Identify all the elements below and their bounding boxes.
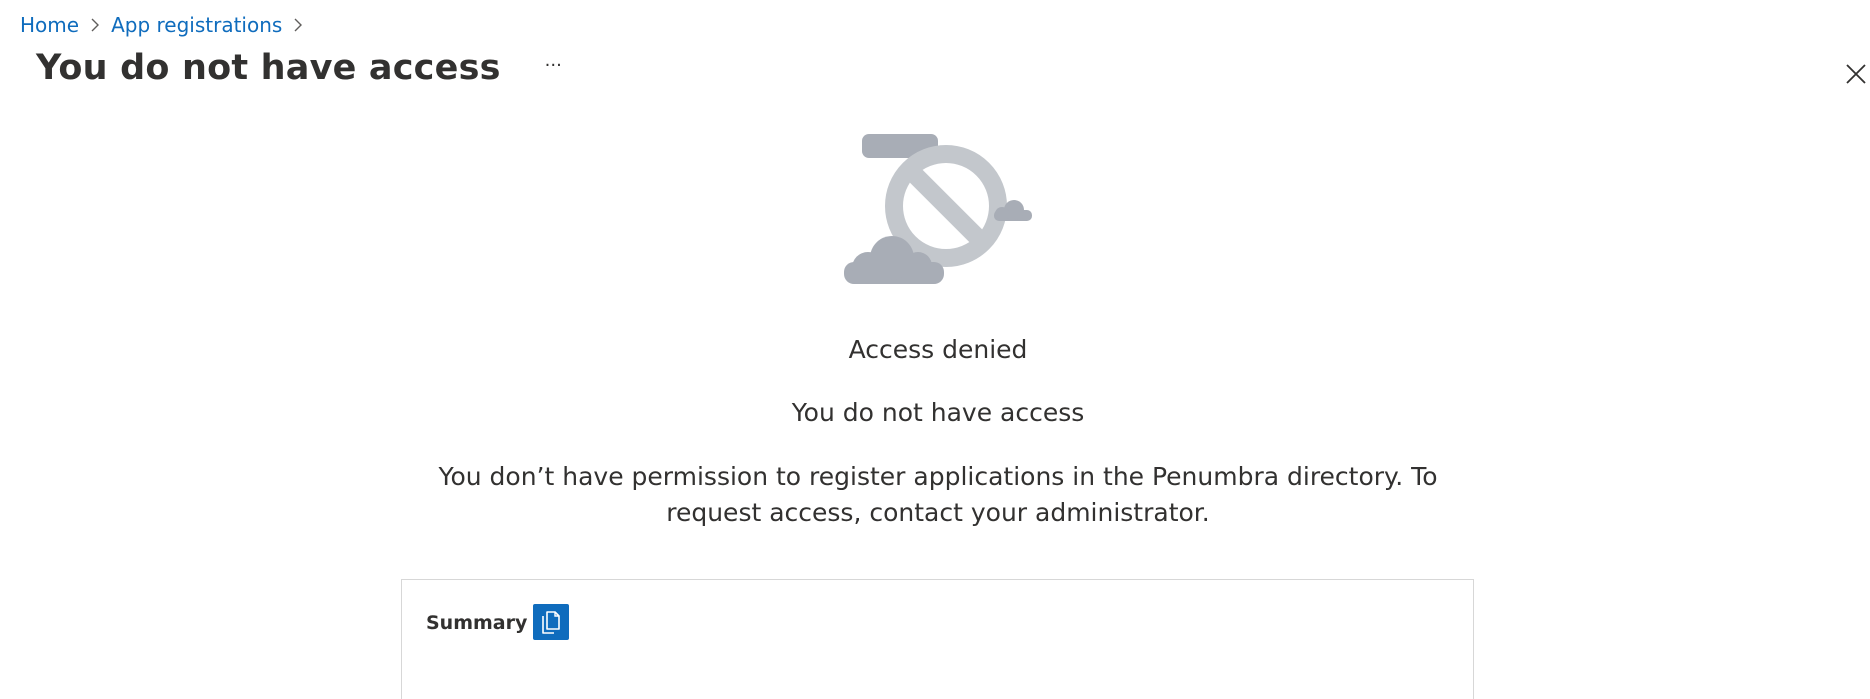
access-denied-cloud-icon [844,134,1032,284]
status-heading: Access denied [848,335,1028,364]
close-icon [1846,64,1866,84]
summary-panel: Summary [401,579,1474,699]
copy-icon [542,611,560,634]
breadcrumb-home-link[interactable]: Home [20,13,79,37]
close-button[interactable] [1843,61,1869,87]
copy-summary-button[interactable] [533,604,569,640]
more-options-button[interactable]: ··· [539,56,568,76]
chevron-right-icon [293,17,303,33]
breadcrumb: Home App registrations [20,10,314,40]
page-title: You do not have access [36,48,501,88]
message-description: You don’t have permission to register ap… [438,462,1438,527]
message-title: You do not have access [791,398,1085,427]
access-denied-illustration [838,128,1038,288]
page-header: You do not have access ··· [36,48,568,88]
chevron-right-icon [90,17,100,33]
breadcrumb-app-registrations-link[interactable]: App registrations [111,13,282,37]
summary-label: Summary [426,612,528,634]
